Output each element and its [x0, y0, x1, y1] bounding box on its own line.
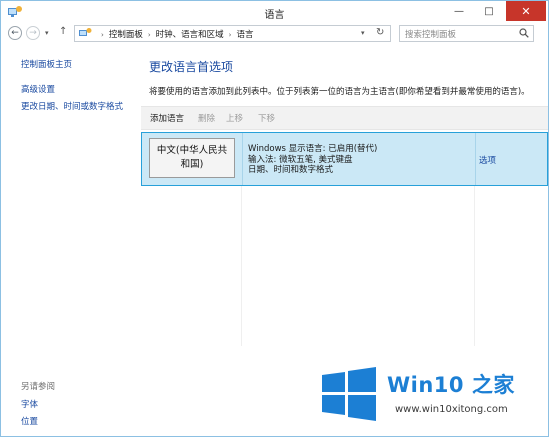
- remove-language-button[interactable]: 删除: [198, 112, 215, 124]
- minimize-button[interactable]: —: [446, 1, 472, 21]
- column-divider: [475, 133, 476, 185]
- breadcrumb-item-clock-language-region[interactable]: 时钟、语言和区域: [156, 30, 224, 40]
- sidebar-link-change-date-time-format[interactable]: 更改日期、时间或数字格式: [21, 100, 123, 112]
- input-method-info: 输入法: 微软五笔, 美式键盘: [248, 154, 353, 165]
- sidebar-link-control-panel-home[interactable]: 控制面板主页: [21, 58, 72, 70]
- up-button[interactable]: ↑: [59, 26, 67, 37]
- forward-button[interactable]: →: [26, 26, 40, 40]
- sidebar-link-fonts[interactable]: 字体: [21, 398, 38, 410]
- language-name: 中文(中华人民共和国): [156, 145, 228, 170]
- page-title: 更改语言首选项: [149, 60, 234, 74]
- add-language-button[interactable]: 添加语言: [150, 112, 184, 124]
- page-description: 将要使用的语言添加到此列表中。位于列表第一位的语言为主语言(即你希望看到并最常使…: [149, 87, 530, 97]
- breadcrumb: › 控制面板 › 时钟、语言和区域 › 语言: [96, 28, 253, 40]
- column-divider: [474, 186, 475, 346]
- breadcrumb-separator: ›: [228, 31, 232, 39]
- language-list-item[interactable]: 中文(中华人民共和国) Windows 显示语言: 已启用(替代) 输入法: 微…: [141, 132, 548, 186]
- column-divider: [241, 186, 242, 346]
- language-list-empty-area: [141, 186, 548, 351]
- back-button[interactable]: ←: [8, 26, 22, 40]
- title-bar: 语言 — □ ✕: [1, 1, 548, 23]
- sidebar-link-location[interactable]: 位置: [21, 415, 38, 427]
- address-dropdown-button[interactable]: ▾: [361, 29, 365, 37]
- navigation-bar: ← → ▾ ↑ › 控制面板 › 时钟、语言和区域 › 语言 ▾ ↻ 搜索控制面板: [1, 24, 548, 44]
- search-icon[interactable]: [519, 28, 529, 38]
- breadcrumb-separator: ›: [147, 31, 151, 39]
- watermark-brand: Win10 之家: [387, 373, 515, 397]
- sidebar-link-advanced-settings[interactable]: 高级设置: [21, 83, 55, 95]
- control-panel-window: 语言 — □ ✕ ← → ▾ ↑ › 控制面板 › 时钟、语言和区域 › 语言 ▾ ↻ 搜…: [0, 0, 549, 437]
- breadcrumb-item-language[interactable]: 语言: [236, 30, 253, 40]
- breadcrumb-separator: ›: [101, 31, 104, 39]
- watermark: Win10 之家 www.win10xitong.com: [317, 361, 548, 436]
- language-details: Windows 显示语言: 已启用(替代) 输入法: 微软五笔, 美式键盘 日期…: [248, 144, 377, 176]
- refresh-button[interactable]: ↻: [376, 27, 384, 38]
- search-placeholder: 搜索控制面板: [405, 30, 457, 40]
- maximize-button[interactable]: □: [476, 1, 502, 21]
- language-name-button[interactable]: 中文(中华人民共和国): [149, 138, 235, 178]
- see-also-heading: 另请参阅: [21, 382, 56, 392]
- search-input[interactable]: 搜索控制面板: [399, 25, 534, 42]
- language-options-link[interactable]: 选项: [479, 154, 496, 166]
- breadcrumb-item-control-panel[interactable]: 控制面板: [109, 30, 143, 40]
- language-toolbar: 添加语言 删除 上移 下移: [141, 106, 548, 130]
- windows-logo-icon: [322, 367, 376, 421]
- address-bar[interactable]: › 控制面板 › 时钟、语言和区域 › 语言 ▾ ↻: [74, 25, 391, 42]
- display-language-status: Windows 显示语言: 已启用(替代): [248, 144, 378, 154]
- move-up-button[interactable]: 上移: [226, 112, 243, 124]
- date-time-format-info: 日期、时间和数字格式: [248, 165, 334, 175]
- watermark-url: www.win10xitong.com: [395, 404, 508, 415]
- move-down-button[interactable]: 下移: [258, 112, 275, 124]
- close-button[interactable]: ✕: [506, 1, 546, 21]
- control-panel-icon: [79, 28, 92, 36]
- recent-locations-button[interactable]: ▾: [45, 29, 49, 37]
- column-divider: [242, 133, 243, 185]
